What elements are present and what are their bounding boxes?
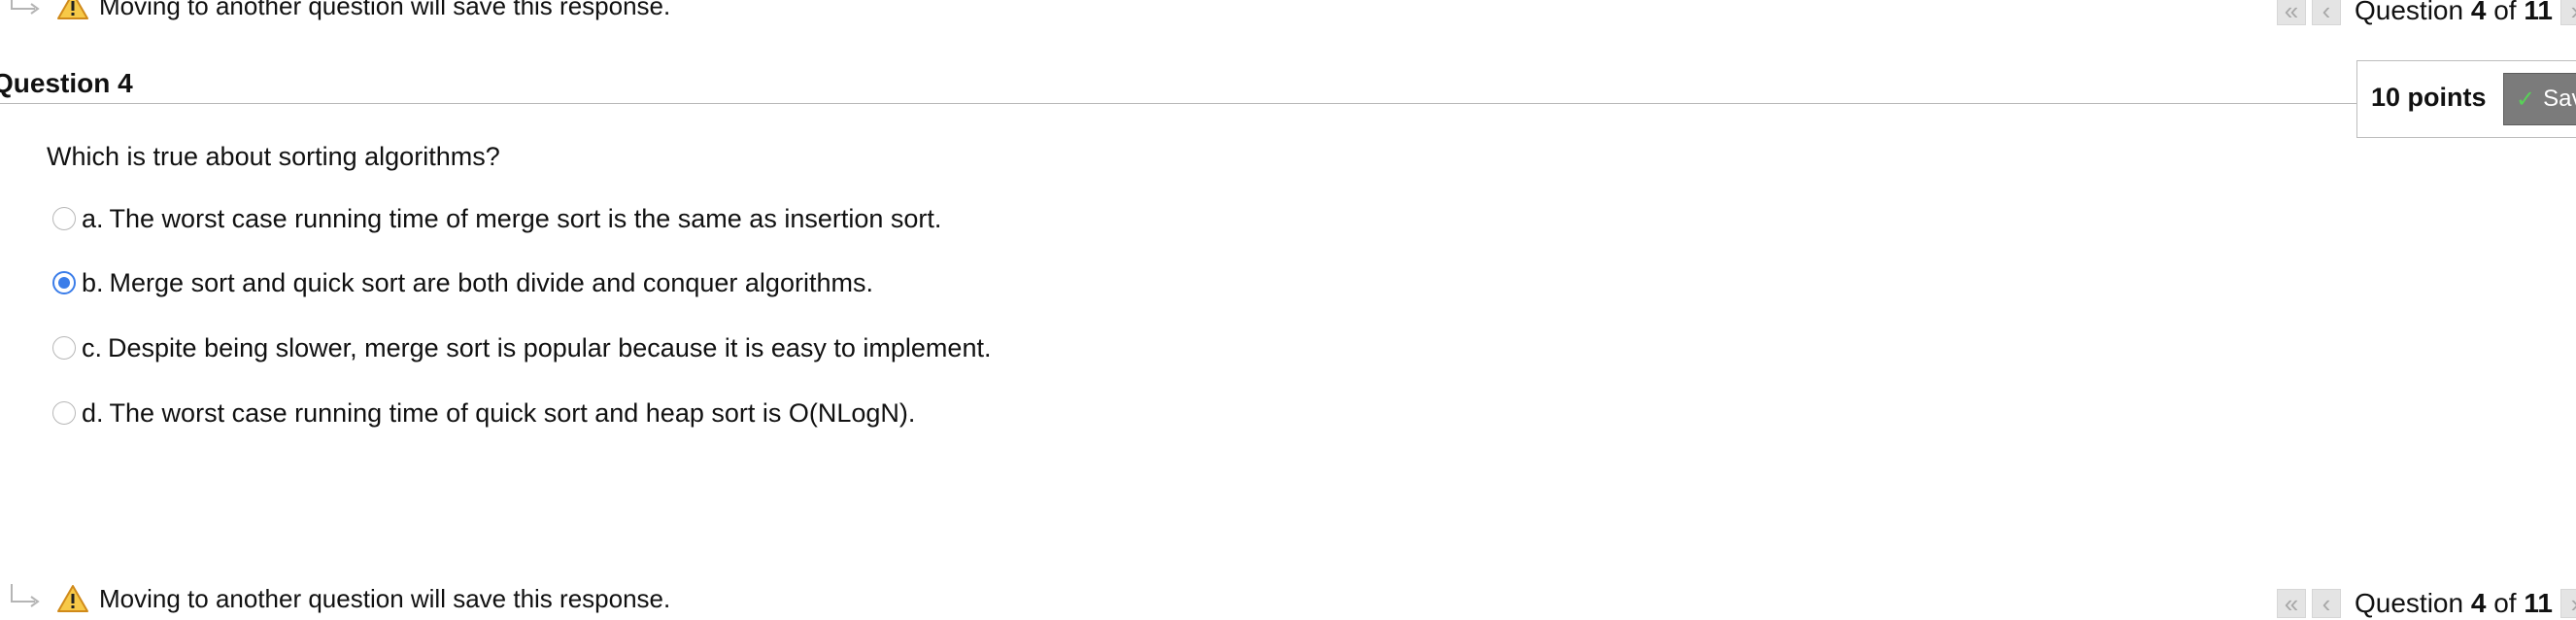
warning-text: Moving to another question will save thi… — [99, 583, 671, 613]
choice-a[interactable]: a. The worst case running time of merge … — [52, 199, 941, 238]
previous-question-button[interactable]: ‹ — [2312, 0, 2341, 25]
next-question-button[interactable]: › — [2559, 589, 2576, 619]
double-chevron-left-icon: « — [2284, 0, 2299, 25]
choice-letter: a. — [82, 203, 104, 233]
first-question-button[interactable]: « — [2277, 589, 2306, 618]
radio-button-a[interactable] — [52, 207, 76, 230]
next-question-button[interactable]: › — [2559, 0, 2576, 26]
first-question-button[interactable]: « — [2277, 0, 2306, 25]
choice-text: Merge sort and quick sort are both divid… — [109, 267, 873, 297]
question-counter: Question 4 of 11 — [2355, 588, 2553, 618]
save-answer-label: Save Answer — [2543, 86, 2576, 112]
double-chevron-left-icon: « — [2284, 588, 2299, 618]
choice-letter: b. — [82, 267, 104, 297]
question-navigation-bottom: « ‹ Question 4 of 11 › — [2277, 587, 2576, 620]
previous-question-button[interactable]: ‹ — [2312, 589, 2341, 618]
save-warning-bottom: Moving to another question will save thi… — [0, 579, 670, 618]
question-prompt: Which is true about sorting algorithms? — [47, 142, 500, 171]
chevron-left-icon: ‹ — [2322, 588, 2331, 618]
question-points: 10 points — [2371, 83, 2487, 112]
save-warning-top: Moving to another question will save thi… — [0, 0, 670, 25]
choice-letter: c. — [82, 332, 103, 362]
heading-divider — [0, 103, 2356, 104]
arrow-down-right-icon — [11, 584, 40, 607]
chevron-left-icon: ‹ — [2322, 0, 2331, 25]
check-icon: ✓ — [2516, 86, 2536, 113]
choice-d[interactable]: d. The worst case running time of quick … — [52, 394, 915, 432]
save-answer-button[interactable]: ✓ Save Answer — [2503, 73, 2576, 125]
warning-triangle-icon — [57, 585, 88, 612]
choice-text: The worst case running time of quick sor… — [109, 397, 916, 428]
warning-text: Moving to another question will save thi… — [99, 0, 671, 20]
arrow-down-right-icon — [11, 0, 40, 15]
chevron-right-icon: › — [2571, 589, 2576, 619]
warning-triangle-icon — [57, 0, 88, 19]
choice-text: The worst case running time of merge sor… — [109, 203, 942, 233]
chevron-right-icon: › — [2571, 0, 2576, 26]
choice-c[interactable]: c. Despite being slower, merge sort is p… — [52, 328, 991, 367]
radio-button-d[interactable] — [52, 401, 76, 425]
points-box: 10 points ✓ Save Answer — [2356, 60, 2576, 138]
question-heading: Question 4 — [0, 68, 133, 98]
choice-text: Despite being slower, merge sort is popu… — [108, 332, 992, 362]
radio-button-b-selected[interactable] — [52, 271, 76, 294]
choice-letter: d. — [82, 397, 104, 428]
question-navigation-top: « ‹ Question 4 of 11 › — [2277, 0, 2576, 27]
question-counter: Question 4 of 11 — [2355, 0, 2553, 25]
radio-button-c[interactable] — [52, 336, 76, 360]
choice-b[interactable]: b. Merge sort and quick sort are both di… — [52, 263, 873, 302]
